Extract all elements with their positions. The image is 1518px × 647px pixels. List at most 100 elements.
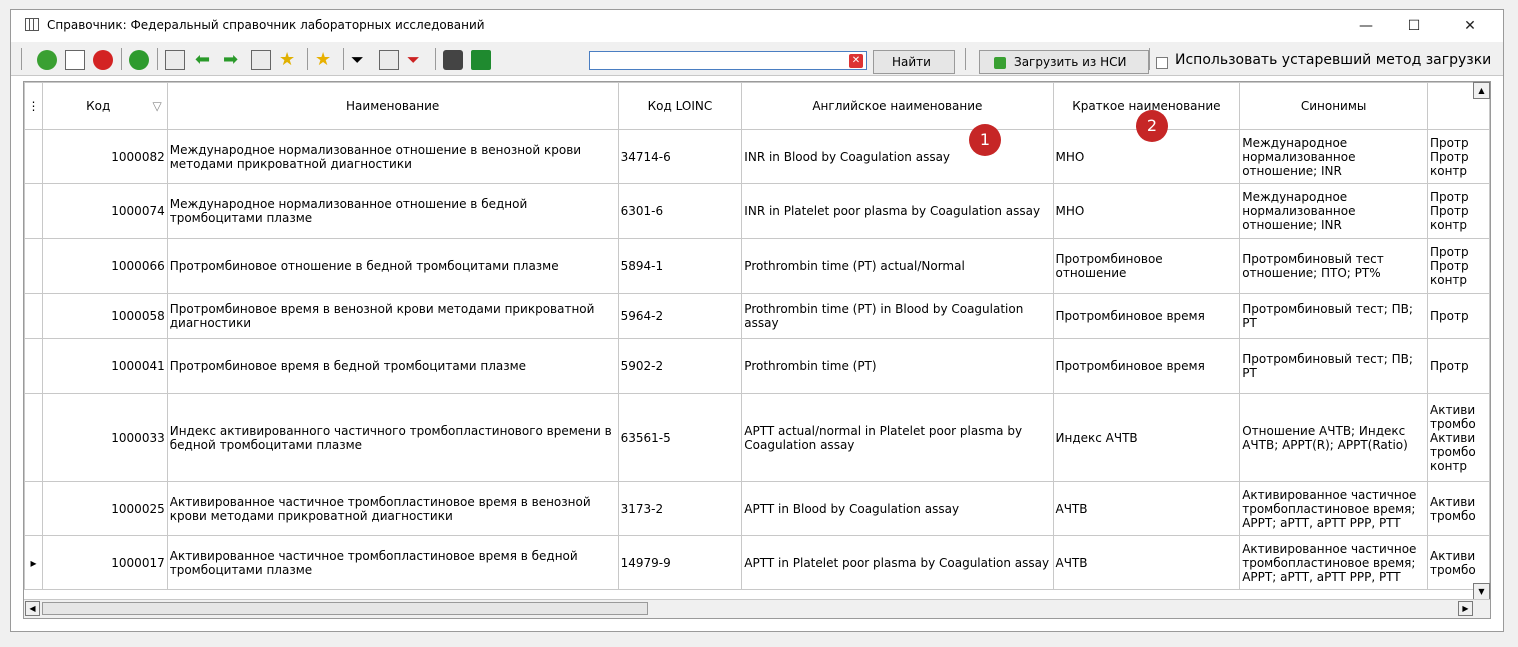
arrow-right-icon[interactable]: ➡ [223, 50, 243, 70]
cell-english[interactable]: APTT in Blood by Coagulation assay [741, 481, 1054, 536]
legacy-load-checkbox[interactable] [1156, 57, 1168, 69]
cell-loinc[interactable]: 5894-1 [617, 238, 743, 294]
cell-english[interactable]: INR in Platelet poor plasma by Coagulati… [741, 183, 1054, 239]
table-row[interactable]: 1000033 Индекс активированного частичного… [24, 393, 1490, 482]
favorite-icon[interactable]: ★ [315, 50, 335, 70]
cell-english[interactable]: Prothrombin time (PT) in Blood by Coagul… [741, 293, 1054, 339]
table-row[interactable]: 1000058 Протромбиновое время в венозной к… [24, 293, 1490, 339]
cell-code[interactable]: 1000066 [41, 238, 168, 294]
cell-name[interactable]: Активированное частичное тромбопластинов… [166, 535, 619, 590]
excel-icon[interactable] [471, 50, 491, 70]
filter-edit-icon[interactable] [379, 50, 399, 70]
cell-name[interactable]: Протромбиновое отношение в бедной тромбо… [166, 238, 619, 294]
cell-extra[interactable]: Протр [1427, 338, 1490, 394]
row-indicator[interactable] [24, 293, 43, 339]
row-indicator[interactable] [24, 481, 43, 536]
scroll-right-icon[interactable]: ▶ [1458, 601, 1473, 616]
column-header-english[interactable]: Английское наименование [741, 82, 1054, 130]
cell-short[interactable]: Протромбиновое отношение [1052, 238, 1241, 294]
cell-code[interactable]: 1000074 [41, 183, 168, 239]
cell-name[interactable]: Протромбиновое время в бедной тромбоцита… [166, 338, 619, 394]
search-input[interactable] [589, 51, 867, 70]
row-indicator[interactable] [24, 338, 43, 394]
column-header-code[interactable]: Код ▽ [41, 82, 168, 130]
copy-icon[interactable] [165, 50, 185, 70]
cell-extra[interactable]: Активи тромбо [1427, 481, 1490, 536]
row-indicator[interactable] [24, 183, 43, 239]
minimize-button[interactable]: — [1343, 14, 1389, 38]
delete-icon[interactable] [93, 50, 113, 70]
cell-extra[interactable]: Протр Протр контр [1427, 238, 1490, 294]
cell-name[interactable]: Протромбиновое время в венозной крови ме… [166, 293, 619, 339]
cell-short[interactable]: МНО [1052, 183, 1241, 239]
cell-extra[interactable]: Протр [1427, 293, 1490, 339]
scroll-down-icon[interactable]: ▼ [1473, 583, 1490, 600]
scroll-up-icon[interactable]: ▲ [1473, 82, 1490, 99]
cell-short[interactable]: АЧТВ [1052, 481, 1241, 536]
paste-icon[interactable] [251, 50, 271, 70]
cell-synonyms[interactable]: Активированное частичное тромбопластинов… [1239, 481, 1428, 536]
clear-search-icon[interactable]: ✕ [849, 54, 863, 68]
cell-loinc[interactable]: 63561-5 [617, 393, 743, 482]
cell-english[interactable]: APTT actual/normal in Platelet poor plas… [741, 393, 1054, 482]
cell-loinc[interactable]: 14979-9 [617, 535, 743, 590]
table-row[interactable]: 1000082 Международное нормализованное отн… [24, 129, 1490, 184]
cell-code[interactable]: 1000025 [41, 481, 168, 536]
add-icon[interactable] [37, 50, 57, 70]
cell-short[interactable]: Индекс АЧТВ [1052, 393, 1241, 482]
horizontal-scroll-thumb[interactable] [42, 602, 648, 615]
cell-short[interactable]: Протромбиновое время [1052, 293, 1241, 339]
column-header-synonyms[interactable]: Синонимы [1239, 82, 1428, 130]
cell-loinc[interactable]: 5902-2 [617, 338, 743, 394]
cell-extra[interactable]: Активи тромбо Активи тромбо контр [1427, 393, 1490, 482]
table-row[interactable]: ▸ 1000017 Активированное частичное тромбоп… [24, 535, 1490, 590]
column-header-loinc[interactable]: Код LOINC [617, 82, 743, 130]
cell-loinc[interactable]: 5964-2 [617, 293, 743, 339]
scroll-left-icon[interactable]: ◀ [25, 601, 40, 616]
cell-short[interactable]: АЧТВ [1052, 535, 1241, 590]
edit-icon[interactable] [65, 50, 85, 70]
close-button[interactable]: ✕ [1447, 14, 1493, 38]
add-star-icon[interactable]: ★ [279, 50, 299, 70]
row-indicator[interactable] [24, 393, 43, 482]
cell-code[interactable]: 1000041 [41, 338, 168, 394]
cell-synonyms[interactable]: Отношение АЧТВ; Индекс АЧТВ; APPT(R); AP… [1239, 393, 1428, 482]
filter-icon[interactable]: ⏷ [351, 50, 371, 70]
arrow-left-icon[interactable]: ⬅ [195, 50, 215, 70]
cell-name[interactable]: Международное нормализованное отношение … [166, 183, 619, 239]
cell-synonyms[interactable]: Международное нормализованное отношение;… [1239, 129, 1428, 184]
cell-code[interactable]: 1000017 [41, 535, 168, 590]
cell-synonyms[interactable]: Протромбиновый тест; ПВ; PT [1239, 293, 1428, 339]
cell-loinc[interactable]: 6301-6 [617, 183, 743, 239]
print-icon[interactable] [443, 50, 463, 70]
cell-english[interactable]: Prothrombin time (PT) actual/Normal [741, 238, 1054, 294]
filter-clear-icon[interactable]: ⏷ [407, 50, 427, 70]
cell-loinc[interactable]: 3173-2 [617, 481, 743, 536]
row-indicator[interactable] [24, 238, 43, 294]
row-indicator[interactable]: ▸ [24, 535, 43, 590]
cell-short[interactable]: Протромбиновое время [1052, 338, 1241, 394]
cell-extra[interactable]: Протр Протр контр [1427, 129, 1490, 184]
cell-loinc[interactable]: 34714-6 [617, 129, 743, 184]
table-row[interactable]: 1000025 Активированное частичное тромбопл… [24, 481, 1490, 536]
row-indicator[interactable] [24, 129, 43, 184]
cell-synonyms[interactable]: Международное нормализованное отношение;… [1239, 183, 1428, 239]
cell-code[interactable]: 1000033 [41, 393, 168, 482]
cell-code[interactable]: 1000058 [41, 293, 168, 339]
cell-english[interactable]: APTT in Platelet poor plasma by Coagulat… [741, 535, 1054, 590]
cell-name[interactable]: Индекс активированного частичного тромбо… [166, 393, 619, 482]
cell-extra[interactable]: Протр Протр контр [1427, 183, 1490, 239]
cell-extra[interactable]: Активи тромбо [1427, 535, 1490, 590]
column-header-name[interactable]: Наименование [166, 82, 619, 130]
cell-synonyms[interactable]: Протромбиновый тест отношение; ПТО; PT% [1239, 238, 1428, 294]
horizontal-scrollbar[interactable]: ◀ ▶ [24, 599, 1490, 618]
row-indicator-header[interactable]: ⋮ [24, 82, 43, 130]
table-row[interactable]: 1000066 Протромбиновое отношение в бедной… [24, 238, 1490, 294]
cell-english[interactable]: INR in Blood by Coagulation assay [741, 129, 1054, 184]
cell-synonyms[interactable]: Активированное частичное тромбопластинов… [1239, 535, 1428, 590]
table-row[interactable]: 1000074 Международное нормализованное отн… [24, 183, 1490, 239]
table-row[interactable]: 1000041 Протромбиновое время в бедной тро… [24, 338, 1490, 394]
cell-name[interactable]: Международное нормализованное отношение … [166, 129, 619, 184]
cell-english[interactable]: Prothrombin time (PT) [741, 338, 1054, 394]
find-button[interactable]: Найти [873, 50, 955, 74]
